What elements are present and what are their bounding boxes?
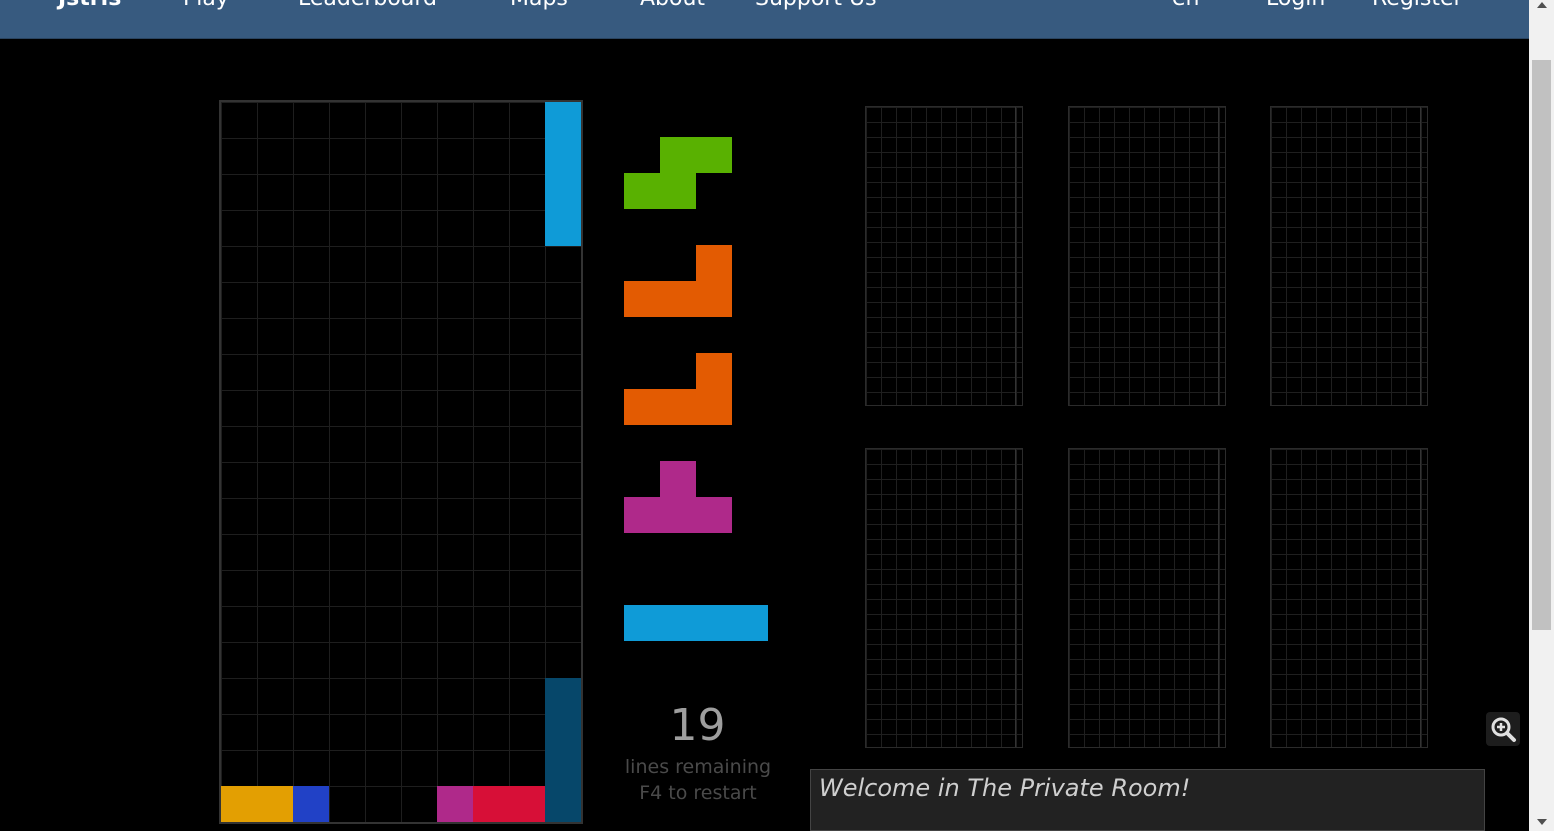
top-navbar: Jstris Play Leaderboard Maps About Suppo… (0, 0, 1529, 39)
board-block (545, 750, 581, 786)
scroll-up-arrow-icon[interactable] (1537, 2, 1547, 8)
preview-block (624, 173, 660, 209)
lines-remaining-count: 19 (669, 700, 726, 751)
board-block (473, 786, 509, 822)
scroll-down-arrow-icon[interactable] (1537, 819, 1547, 825)
lines-remaining-label: lines remaining (624, 756, 772, 778)
preview-block (660, 497, 696, 533)
preview-block (660, 173, 696, 209)
preview-block (624, 605, 660, 641)
nav-support-us[interactable]: Support Us (755, 0, 877, 12)
opponent-board (1270, 448, 1428, 748)
preview-block (696, 281, 732, 317)
board-block (509, 786, 545, 822)
login-link[interactable]: Login (1266, 0, 1325, 12)
nav-play[interactable]: Play (183, 0, 229, 12)
preview-block (660, 281, 696, 317)
chat-welcome-message: Welcome in The Private Room! (819, 774, 1191, 802)
board-block (437, 786, 473, 822)
preview-block (696, 605, 732, 641)
nav-maps[interactable]: Maps (510, 0, 568, 12)
board-block (545, 678, 581, 714)
preview-block (624, 281, 660, 317)
board-block (293, 786, 329, 822)
board-block (257, 786, 293, 822)
opponent-board (1068, 448, 1226, 748)
board-block (545, 174, 581, 210)
nav-about[interactable]: About (640, 0, 705, 12)
preview-block (696, 245, 732, 281)
nav-leaderboard[interactable]: Leaderboard (298, 0, 437, 12)
preview-block (732, 605, 768, 641)
board-block (545, 138, 581, 174)
board-block (545, 714, 581, 750)
brand-logo[interactable]: Jstris (58, 0, 121, 12)
preview-block (660, 137, 696, 173)
preview-block (660, 389, 696, 425)
preview-block (624, 389, 660, 425)
main-playfield[interactable] (219, 100, 583, 824)
opponent-board (1068, 106, 1226, 406)
opponent-board (865, 448, 1023, 748)
preview-block (696, 389, 732, 425)
opponent-board (865, 106, 1023, 406)
scroll-thumb[interactable] (1532, 60, 1551, 630)
preview-block (696, 353, 732, 389)
register-link[interactable]: Register (1372, 0, 1463, 12)
preview-block (660, 461, 696, 497)
preview-block (696, 497, 732, 533)
preview-block (624, 497, 660, 533)
preview-block (660, 605, 696, 641)
zoom-in-icon (1491, 717, 1516, 742)
language-selector[interactable]: en (1172, 0, 1199, 12)
zoom-button[interactable] (1486, 712, 1520, 746)
board-block (545, 102, 581, 138)
opponent-board (1270, 106, 1428, 406)
chat-box[interactable]: Welcome in The Private Room! (810, 769, 1485, 831)
restart-hint: F4 to restart (639, 782, 757, 804)
page-scrollbar[interactable] (1529, 0, 1554, 831)
preview-block (696, 137, 732, 173)
board-block (545, 210, 581, 246)
board-block (221, 786, 257, 822)
board-block (545, 786, 581, 822)
